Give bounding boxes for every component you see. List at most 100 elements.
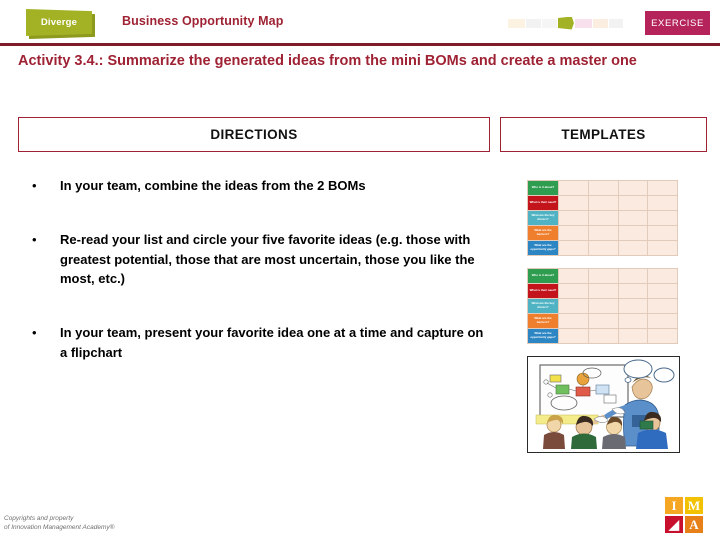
templates-label: TEMPLATES: [561, 127, 646, 142]
bom-cell: [587, 313, 619, 329]
bom-cell: [558, 180, 589, 196]
bullet-marker-icon: •: [32, 231, 37, 247]
bom-cell: [647, 328, 678, 344]
bom-cell: [587, 240, 619, 256]
ima-logo-cell-2: M: [685, 497, 703, 514]
table-row: What are the barriers?: [527, 313, 678, 329]
bom-cell: [587, 210, 619, 226]
bom-cell: [617, 240, 649, 256]
bom-cell: [587, 195, 619, 211]
copyright-line-1: Copyrights and property: [4, 515, 74, 522]
bom-cell: [617, 268, 649, 284]
table-row: Who is it about?: [527, 268, 678, 284]
bom-cell: [617, 180, 649, 196]
stage-badge-label: Diverge: [40, 17, 78, 28]
bom-row-header: What is their need?: [527, 283, 559, 299]
templates-header-box: TEMPLATES: [500, 117, 707, 152]
bom-row-header: What is their need?: [527, 195, 559, 211]
bom-row-header: Who is it about?: [527, 268, 559, 284]
page-title: Activity 3.4.: Summarize the generated i…: [18, 53, 637, 69]
bom-cell: [558, 240, 589, 256]
bom-template-table: Who is it about? What is their need? What …: [527, 268, 678, 344]
table-row: What are the key drivers?: [527, 210, 678, 226]
bom-cell: [587, 180, 619, 196]
bom-cell: [558, 313, 589, 329]
bom-cell: [617, 210, 649, 226]
bom-cell: [647, 283, 678, 299]
ima-logo-cell-3: ◢: [665, 516, 683, 533]
process-step-6: [592, 18, 608, 28]
table-row: What are the barriers?: [527, 225, 678, 241]
bom-cell: [558, 328, 589, 344]
bom-cell: [587, 225, 619, 241]
bom-row-header: What are the key drivers?: [527, 298, 559, 314]
slide-header: Diverge Business Opportunity Map EXERCIS…: [0, 0, 720, 46]
process-step-5: [574, 18, 592, 28]
bom-row-header: What are the barriers?: [527, 313, 559, 329]
bullet-marker-icon: •: [32, 178, 37, 193]
table-row: Who is it about?: [527, 180, 678, 196]
bom-cell: [587, 328, 619, 344]
templates-thumbnail-list: Who is it about? What is their need? What …: [527, 180, 682, 465]
bom-cell: [617, 225, 649, 241]
process-step-4: [557, 16, 574, 30]
copyright-notice: Copyrights and property of Innovation Ma…: [4, 514, 114, 533]
bom-row-header: What are the key drivers?: [527, 210, 559, 226]
table-row: What are the opportunity gaps?: [527, 328, 678, 344]
bom-row-header: What are the barriers?: [527, 225, 559, 241]
process-step-7: [608, 18, 623, 28]
bom-cell: [647, 210, 678, 226]
directions-label: DIRECTIONS: [210, 127, 298, 142]
bullet-marker-icon: •: [32, 325, 37, 340]
flipchart-illustration-thumbnail[interactable]: [527, 356, 680, 453]
bom-cell: [558, 195, 589, 211]
table-row: What is their need?: [527, 283, 678, 299]
list-item-text: In your team, present your favorite idea…: [60, 325, 484, 360]
ima-logo: I M ◢ A: [665, 497, 705, 535]
directions-header-box: DIRECTIONS: [18, 117, 490, 152]
list-item: • Re-read your list and circle your five …: [22, 230, 492, 289]
list-item-text: Re-read your list and circle your five f…: [60, 231, 475, 287]
process-step-1: [508, 18, 525, 28]
bom-cell: [617, 298, 649, 314]
bom-cell: [647, 313, 678, 329]
bom-cell: [647, 225, 678, 241]
bom-template-table: Who is it about? What is their need? What …: [527, 180, 678, 256]
bom-cell: [558, 225, 589, 241]
list-item: • In your team, present your favorite ide…: [22, 323, 492, 363]
flipchart-illustration: [527, 356, 680, 453]
ima-logo-cell-4: A: [685, 516, 703, 533]
bom-template-thumbnail-1[interactable]: Who is it about? What is their need? What …: [527, 180, 678, 256]
list-item: • In your team, combine the ideas from th…: [22, 176, 492, 196]
bom-cell: [558, 283, 589, 299]
bom-cell: [587, 283, 619, 299]
table-row: What are the opportunity gaps?: [527, 240, 678, 256]
table-row: What is their need?: [527, 195, 678, 211]
bom-cell: [647, 268, 678, 284]
copyright-line-2: of Innovation Management Academy®: [4, 524, 115, 532]
bom-cell: [647, 180, 678, 196]
bom-cell: [558, 210, 589, 226]
bom-row-header: Who is it about?: [527, 180, 559, 196]
exercise-badge-label: EXERCISE: [651, 17, 704, 29]
bom-cell: [647, 240, 678, 256]
bom-template-thumbnail-2[interactable]: Who is it about? What is their need? What …: [527, 268, 678, 344]
exercise-badge: EXERCISE: [645, 11, 710, 35]
bom-cell: [558, 268, 589, 284]
directions-list: • In your team, combine the ideas from th…: [22, 176, 492, 397]
bom-cell: [617, 313, 649, 329]
ima-logo-cell-1: I: [665, 497, 683, 514]
bom-cell: [587, 268, 619, 284]
header-title: Business Opportunity Map: [122, 14, 284, 28]
bom-cell: [647, 195, 678, 211]
list-item-text: In your team, combine the ideas from the…: [60, 178, 366, 193]
stage-badge-diverge: Diverge: [26, 9, 92, 36]
bom-cell: [558, 298, 589, 314]
process-steps-graphic: [508, 16, 624, 30]
process-step-3: [541, 18, 557, 28]
bom-cell: [617, 328, 649, 344]
bom-cell: [617, 195, 649, 211]
bom-cell: [617, 283, 649, 299]
header-divider: [0, 43, 720, 46]
bom-cell: [647, 298, 678, 314]
